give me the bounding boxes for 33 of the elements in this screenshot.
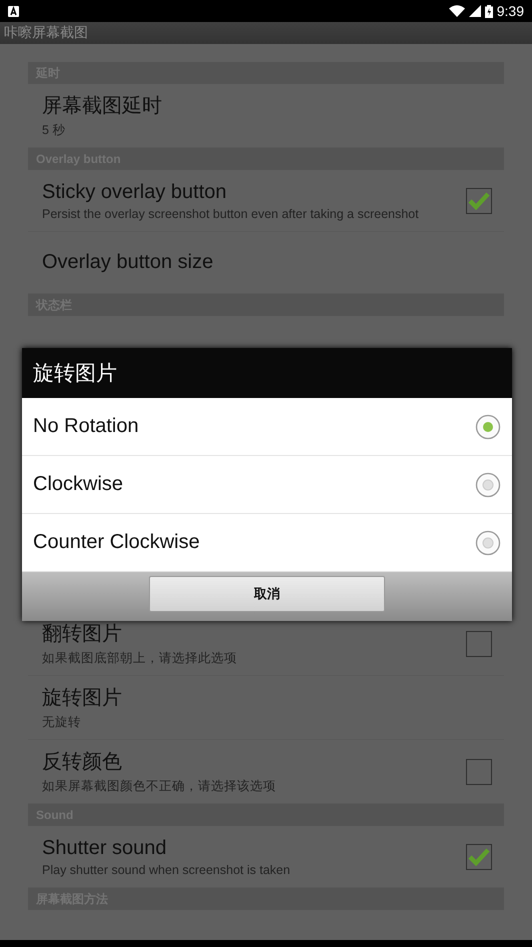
setting-title: Sticky overlay button bbox=[42, 180, 228, 204]
setting-summary: 5 秒 bbox=[42, 122, 66, 139]
radio-button[interactable] bbox=[475, 414, 501, 440]
checkbox[interactable] bbox=[466, 758, 492, 784]
checkbox[interactable] bbox=[466, 188, 492, 214]
setting-summary: Play shutter sound when screenshot is taken bbox=[42, 862, 290, 876]
radio-button[interactable] bbox=[475, 472, 501, 498]
clock-time: 9:39 bbox=[496, 3, 524, 19]
setting-title: 旋转图片 bbox=[42, 686, 122, 711]
radio-button[interactable] bbox=[475, 530, 501, 556]
app-title: 咔嚓屏幕截图 bbox=[4, 24, 88, 42]
setting-summary: Persist the overlay screenshot button even after taking a screenshot bbox=[42, 206, 419, 220]
signal-icon bbox=[468, 5, 481, 17]
setting-row[interactable]: 旋转图片 无旋转 bbox=[28, 676, 504, 740]
radio-option[interactable]: Clockwise bbox=[22, 456, 512, 514]
setting-title: Overlay button size bbox=[42, 251, 214, 274]
app-notification-icon bbox=[8, 6, 19, 16]
setting-title: 翻转图片 bbox=[42, 622, 123, 647]
dialog-title: 旋转图片 bbox=[33, 360, 117, 387]
setting-summary: 如果屏幕截图颜色不正确，请选择该选项 bbox=[42, 778, 276, 795]
setting-summary: 无旋转 bbox=[42, 714, 82, 731]
radio-option[interactable]: No Rotation bbox=[22, 398, 512, 456]
setting-title: 屏幕截图延时 bbox=[42, 94, 162, 119]
setting-title: Shutter sound bbox=[42, 836, 168, 860]
setting-row[interactable]: Sticky overlay button Persist the overlay screenshot button even after taking a screenshot bbox=[28, 170, 504, 232]
checkbox[interactable] bbox=[466, 630, 492, 656]
setting-title: 反转颜色 bbox=[42, 750, 123, 775]
cancel-button[interactable]: 取消 bbox=[149, 576, 385, 612]
wifi-icon bbox=[448, 5, 465, 17]
battery-icon bbox=[484, 4, 493, 18]
radio-option[interactable]: Counter Clockwise bbox=[22, 514, 512, 572]
setting-summary: 如果截图底部朝上，请选择此选项 bbox=[42, 650, 237, 667]
checkbox[interactable] bbox=[466, 844, 492, 870]
